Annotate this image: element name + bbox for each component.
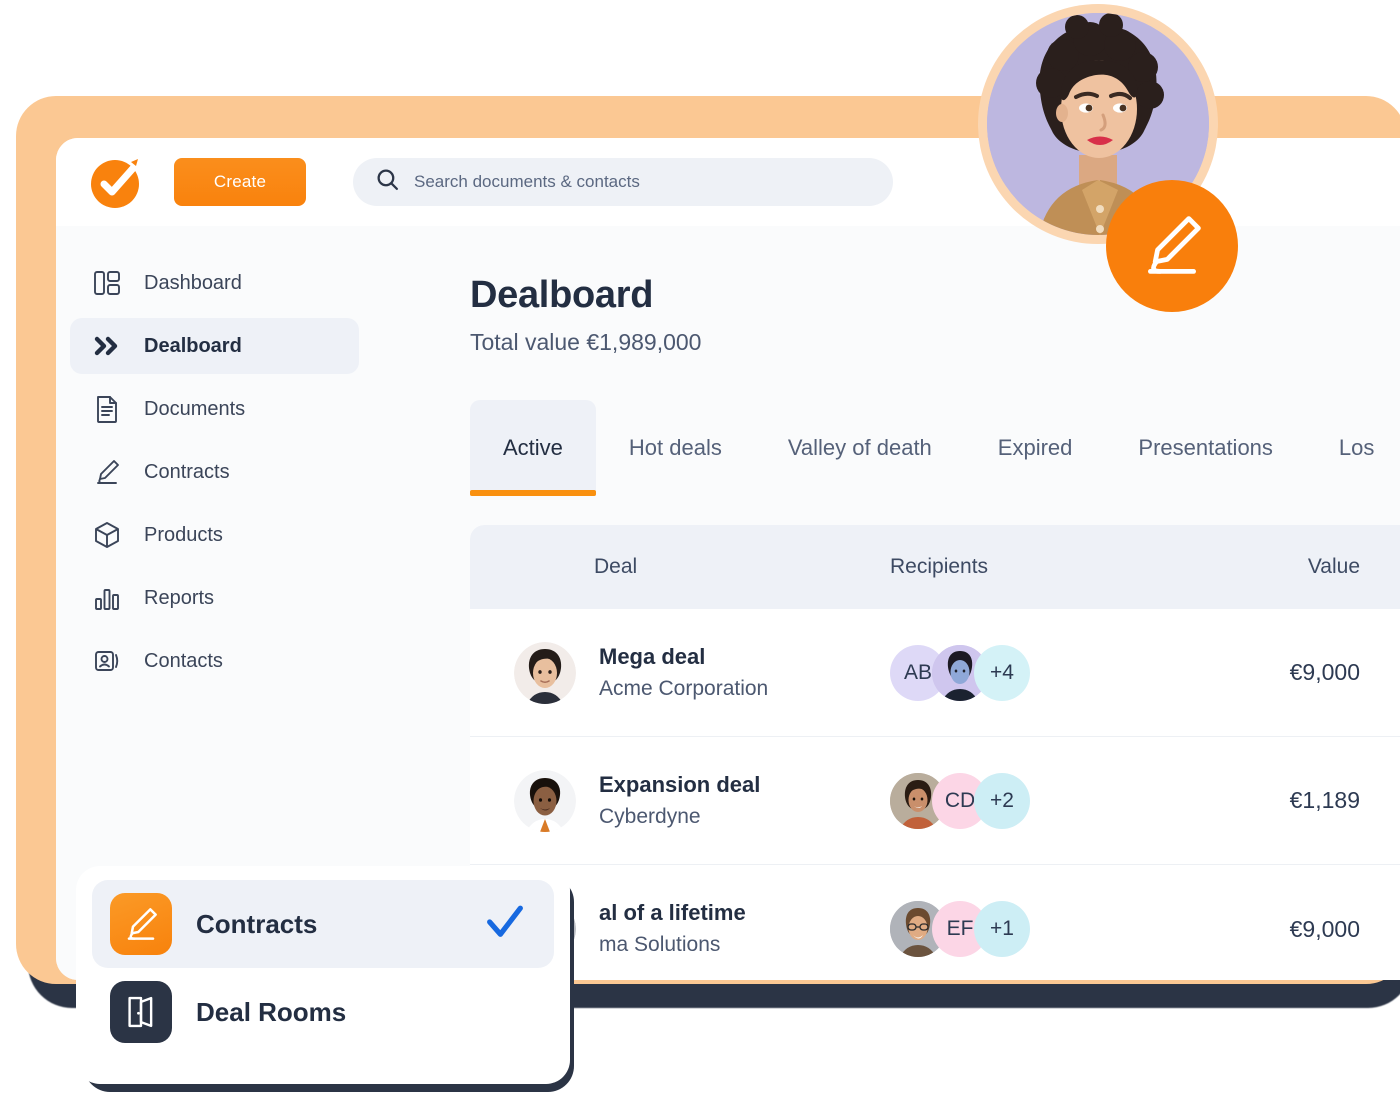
signature-pencil-icon [92, 457, 122, 487]
dashboard-icon [92, 268, 122, 298]
column-header-recipients: Recipients [890, 555, 989, 578]
cube-icon [92, 520, 122, 550]
table-row[interactable]: Expansion deal Cyberdyne CD +2 €1,189 [470, 737, 1400, 865]
table-row[interactable]: Mega deal Acme Corporation AB +4 €9,000 [470, 609, 1400, 737]
table-row[interactable]: al of a lifetime ma Solutions EF +1 €9,0… [470, 865, 1400, 980]
tab-presentations[interactable]: Presentations [1105, 400, 1306, 496]
sidebar-item-products[interactable]: Products [70, 507, 359, 563]
page-title: Dealboard [470, 274, 654, 316]
sidebar-item-dashboard[interactable]: Dashboard [70, 255, 359, 311]
popup-item-label: Deal Rooms [196, 996, 347, 1027]
sidebar-item-contacts[interactable]: Contacts [70, 633, 359, 689]
deal-cell: Expansion deal Cyberdyne [470, 769, 890, 832]
deals-table: Deal Recipients Value Mega deal Acme Cor… [470, 525, 1400, 980]
tab-lost[interactable]: Los [1306, 400, 1400, 496]
tab-active[interactable]: Active [470, 400, 596, 496]
deal-company: ma Solutions [599, 933, 721, 957]
bar-chart-icon [92, 583, 122, 613]
popup-item-contracts[interactable]: Contracts [92, 880, 554, 968]
chevrons-right-icon [92, 331, 122, 361]
signature-pencil-icon [1136, 209, 1208, 284]
recipient-overflow-count: +1 [974, 901, 1030, 957]
sidebar-item-dealboard[interactable]: Dealboard [70, 318, 359, 374]
sidebar-item-contracts[interactable]: Contracts [70, 444, 359, 500]
sidebar-item-label: Products [144, 523, 223, 546]
recipients-cell: CD +2 [890, 772, 1190, 829]
column-header-value: Value [1307, 555, 1360, 578]
sidebar-item-documents[interactable]: Documents [70, 381, 359, 437]
sidebar-item-label: Contacts [144, 649, 223, 672]
total-value-subtitle: Total value €1,989,000 [470, 329, 702, 355]
sidebar-item-label: Dashboard [144, 271, 242, 294]
tab-bar: Active Hot deals Valley of death Expired… [470, 400, 1400, 496]
avatar [514, 641, 576, 704]
check-logo[interactable] [88, 153, 146, 211]
screenshot-stage: Create Search documents & contacts Dashb… [0, 0, 1400, 1100]
deal-cell: Mega deal Acme Corporation [470, 641, 890, 704]
sidebar-item-reports[interactable]: Reports [70, 570, 359, 626]
signature-fab-button[interactable] [1106, 180, 1238, 312]
deal-company: Acme Corporation [599, 676, 769, 700]
check-icon [482, 899, 528, 950]
search-icon [375, 167, 400, 197]
document-icon [92, 394, 122, 424]
column-header-deal: Deal [594, 555, 638, 578]
search-placeholder: Search documents & contacts [414, 172, 640, 191]
sidebar-item-label: Documents [144, 397, 246, 420]
type-selector-popup: Contracts Deal Rooms [76, 866, 570, 1084]
deal-value: €9,000 [1289, 659, 1360, 685]
sidebar-item-label: Dealboard [144, 334, 242, 357]
deal-company: Cyberdyne [599, 804, 701, 828]
contact-card-icon [92, 646, 122, 676]
search-input[interactable]: Search documents & contacts [353, 158, 893, 206]
sidebar-item-label: Reports [144, 586, 215, 609]
tab-expired[interactable]: Expired [965, 400, 1106, 496]
recipient-overflow-count: +2 [974, 772, 1030, 829]
popup-item-label: Contracts [196, 908, 318, 939]
avatar-stack[interactable]: CD +2 [890, 772, 1030, 829]
signature-pencil-icon [110, 893, 172, 955]
recipients-cell: EF +1 [890, 901, 1190, 957]
recipient-overflow-count: +4 [974, 644, 1030, 701]
table-header-row: Deal Recipients Value [470, 525, 1400, 609]
avatar [514, 769, 576, 832]
sidebar-item-label: Contracts [144, 460, 230, 483]
deal-name: al of a lifetime [599, 900, 746, 926]
tab-valley-of-death[interactable]: Valley of death [755, 400, 965, 496]
deal-name: Mega deal [599, 643, 706, 669]
deal-value: €9,000 [1289, 915, 1360, 942]
popup-item-deal-rooms[interactable]: Deal Rooms [92, 968, 554, 1056]
create-button[interactable]: Create [174, 158, 306, 206]
recipients-cell: AB +4 [890, 644, 1190, 701]
deal-name: Expansion deal [599, 771, 761, 797]
avatar-stack[interactable]: AB +4 [890, 644, 1030, 701]
open-door-icon [110, 981, 172, 1043]
tab-hot-deals[interactable]: Hot deals [596, 400, 755, 496]
deal-value: €1,189 [1289, 787, 1360, 813]
avatar-stack[interactable]: EF +1 [890, 901, 1030, 957]
